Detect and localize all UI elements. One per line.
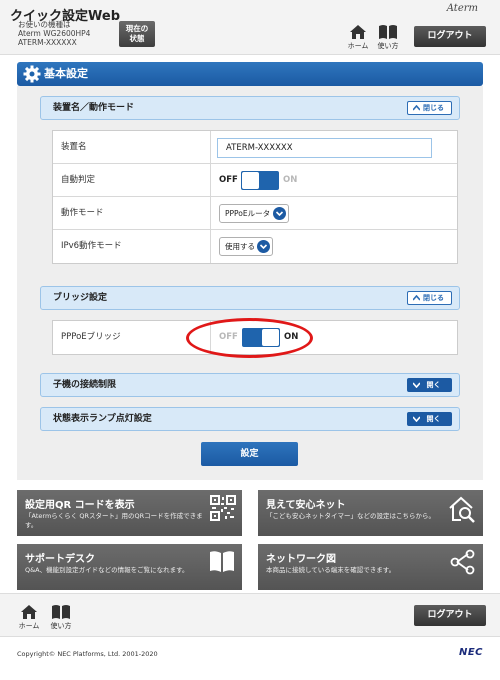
device-name-input[interactable]: ATERM-XXXXXX — [217, 138, 432, 158]
help-nav-button[interactable]: 使い方 — [373, 24, 403, 51]
tile-support-title: サポートデスク — [25, 554, 95, 565]
ipv6-mode-select[interactable]: 使用する — [219, 237, 273, 256]
page-title-bar: 基本設定 — [17, 62, 483, 86]
section-child-limit-title: 子機の接続制限 — [53, 380, 117, 390]
section-child-limit-open-button[interactable]: 開く — [407, 378, 452, 392]
table-row-device-name: 装置名 ATERM-XXXXXX — [53, 131, 457, 164]
switch-on-label: ON — [283, 175, 298, 185]
table-row-auto-detect: 自動判定 OFF ON — [53, 164, 457, 197]
table-row-ipv6-mode: IPv6動作モード 使用する — [53, 230, 457, 263]
switch-knob — [242, 172, 259, 189]
home-label: ホーム — [347, 42, 369, 50]
home-icon — [350, 25, 366, 39]
apply-settings-button[interactable]: 設定 — [201, 442, 298, 466]
tile-qr-title: 設定用QR コードを表示 — [25, 500, 135, 511]
open-label: 開く — [426, 415, 441, 423]
switch-off-label: OFF — [219, 175, 238, 185]
book-icon — [210, 551, 234, 572]
chevron-down-icon — [273, 207, 286, 220]
section-lamp-header[interactable]: 状態表示ランプ点灯設定 開く — [40, 407, 460, 431]
section-bridge-header: ブリッジ設定 閉じる — [40, 286, 460, 310]
copyright-text: Copyright© NEC Platforms, Ltd. 2001-2020 — [17, 650, 158, 658]
gear-icon — [23, 65, 41, 83]
tile-safe-desc: 「こども安心ネットタイマー」などの設定はこちらから。 — [266, 512, 435, 520]
device-label: お使いの機種は — [18, 20, 71, 29]
home-icon — [21, 605, 37, 619]
current-status-button[interactable]: 現在の状態 — [119, 21, 155, 47]
chevron-up-icon — [413, 105, 420, 111]
network-icon — [450, 549, 475, 575]
open-label: 開く — [426, 381, 441, 389]
chevron-up-icon — [413, 295, 420, 301]
device-model: Aterm WG2600HP4 — [18, 29, 91, 38]
switch-track — [241, 171, 279, 190]
close-label: 閉じる — [423, 104, 444, 112]
help-label: 使い方 — [377, 42, 399, 50]
apply-label: 設定 — [240, 449, 259, 459]
book-icon — [379, 25, 397, 39]
tile-safe-net[interactable]: 見えて安心ネット 「こども安心ネットタイマー」などの設定はこちらから。 — [258, 490, 483, 536]
qr-code-icon — [210, 495, 236, 521]
header-bar: クイック設定Web お使いの機種は Aterm WG2600HP4 ATERM-… — [0, 0, 500, 55]
tile-support-desk[interactable]: サポートデスク Q&A、機能別設定ガイドなどの情報をご覧になれます。 — [17, 544, 242, 590]
operation-mode-select[interactable]: PPPoEルータ — [219, 204, 289, 223]
device-name: ATERM-XXXXXX — [18, 38, 77, 47]
footer-help-button[interactable]: 使い方 — [46, 604, 76, 631]
operation-mode-label: 動作モード — [53, 197, 211, 229]
footer-help-label: 使い方 — [50, 622, 72, 630]
logout-button[interactable]: ログアウト — [414, 26, 486, 47]
home-nav-button[interactable]: ホーム — [343, 24, 373, 51]
ipv6-mode-value: 使用する — [225, 242, 255, 251]
tile-network-map[interactable]: ネットワーク図 本商品に接続している端末を確認できます。 — [258, 544, 483, 590]
footer-logout-button[interactable]: ログアウト — [414, 605, 486, 626]
footer-home-button[interactable]: ホーム — [14, 604, 44, 631]
nec-logo: NEC — [458, 647, 483, 658]
tile-safe-title: 見えて安心ネット — [266, 500, 346, 511]
tile-network-desc: 本商品に接続している端末を確認できます。 — [266, 566, 396, 574]
ipv6-mode-label: IPv6動作モード — [53, 230, 211, 263]
page-title: 基本設定 — [44, 67, 88, 80]
footer-logout-label: ログアウト — [427, 610, 473, 620]
section-device-mode-close-button[interactable]: 閉じる — [407, 101, 452, 115]
home-search-icon — [449, 496, 475, 523]
operation-mode-value: PPPoEルータ — [225, 209, 271, 218]
device-name-label: 装置名 — [53, 131, 211, 163]
current-status-label: 現在の状態 — [125, 24, 149, 43]
table-row-operation-mode: 動作モード PPPoEルータ — [53, 197, 457, 230]
highlight-annotation-ring — [186, 318, 313, 358]
tile-support-desc: Q&A、機能別設定ガイドなどの情報をご覧になれます。 — [25, 566, 189, 574]
section-lamp-title: 状態表示ランプ点灯設定 — [53, 414, 152, 424]
tile-network-title: ネットワーク図 — [266, 554, 336, 565]
section-child-limit-header[interactable]: 子機の接続制限 開く — [40, 373, 460, 397]
chevron-down-icon — [413, 416, 420, 422]
aterm-logo: Aterm — [446, 3, 478, 14]
section-device-mode-header: 装置名／動作モード 閉じる — [40, 96, 460, 120]
tile-qr-code[interactable]: 設定用QR コードを表示 「Atermらくらく QRスタート」用のQRコードを作… — [17, 490, 242, 536]
footer-bar: ホーム 使い方 ログアウト — [0, 593, 500, 637]
tile-qr-desc: 「Atermらくらく QRスタート」用のQRコードを作成できます。 — [25, 512, 203, 529]
close-label: 閉じる — [423, 294, 444, 302]
device-settings-table: 装置名 ATERM-XXXXXX 自動判定 OFF ON 動作モード PPPoE… — [52, 130, 458, 264]
book-icon — [52, 605, 70, 619]
section-device-mode-title: 装置名／動作モード — [53, 103, 135, 113]
section-bridge-title: ブリッジ設定 — [53, 293, 108, 303]
logout-label: ログアウト — [427, 31, 473, 41]
chevron-down-icon — [257, 240, 270, 253]
auto-detect-label: 自動判定 — [53, 164, 211, 196]
section-lamp-open-button[interactable]: 開く — [407, 412, 452, 426]
footer-home-label: ホーム — [18, 622, 40, 630]
section-bridge-close-button[interactable]: 閉じる — [407, 291, 452, 305]
chevron-down-icon — [413, 382, 420, 388]
